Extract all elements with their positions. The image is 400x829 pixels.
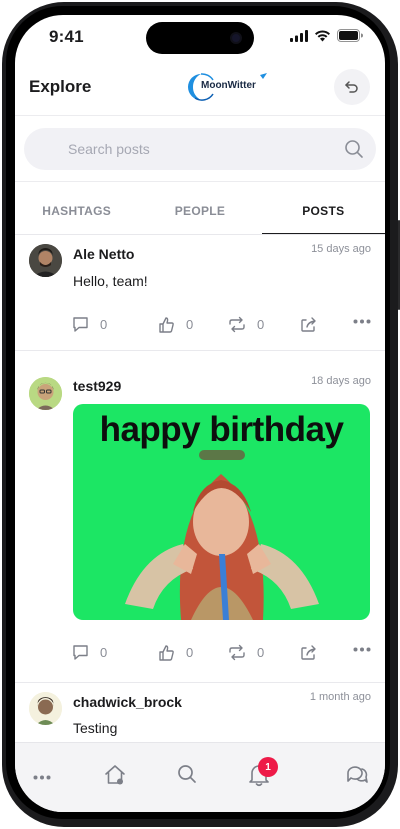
messages-icon[interactable] <box>345 763 369 785</box>
post-time: 15 days ago <box>311 243 371 255</box>
header-divider <box>15 115 385 116</box>
comment-count: 0 <box>100 317 108 332</box>
signal-icon <box>290 29 308 42</box>
post-item[interactable]: Ale Netto 15 days ago Hello, team! 0 0 0 <box>15 235 385 351</box>
search-divider <box>15 181 385 182</box>
app-logo: MoonWitter <box>187 71 269 103</box>
screen: 9:41 Explore MoonWitter Search posts HAS… <box>15 15 385 812</box>
avatar[interactable] <box>29 377 62 410</box>
repost-button[interactable]: 0 <box>227 315 264 334</box>
post-text: Testing <box>73 720 118 736</box>
avatar[interactable] <box>29 244 62 277</box>
home-icon[interactable] <box>103 763 127 787</box>
thumbs-up-icon <box>159 645 174 661</box>
post-author[interactable]: chadwick_brock <box>73 694 182 710</box>
share-button[interactable] <box>299 643 318 662</box>
undo-button[interactable] <box>334 69 370 105</box>
post-author[interactable]: Ale Netto <box>73 246 134 262</box>
search-input[interactable] <box>68 128 328 170</box>
post-actions: 0 0 0 <box>71 315 371 337</box>
tab-bar: HASHTAGS PEOPLE POSTS <box>15 195 385 235</box>
comment-button[interactable]: 0 <box>71 643 107 662</box>
battery-icon <box>337 29 363 42</box>
more-options-icon[interactable] <box>353 319 371 324</box>
app-header: Explore MoonWitter <box>15 67 385 115</box>
status-time: 9:41 <box>49 27 84 46</box>
repost-button[interactable]: 0 <box>227 643 264 662</box>
repost-count: 0 <box>257 645 265 660</box>
logo-text: MoonWitter <box>201 80 256 91</box>
thumbs-up-icon <box>159 317 174 333</box>
post-item[interactable]: chadwick_brock 1 month ago Testing <box>15 683 385 742</box>
like-count: 0 <box>186 317 194 332</box>
comment-count: 0 <box>100 645 108 660</box>
status-icons <box>290 29 363 42</box>
undo-icon <box>345 81 358 93</box>
like-button[interactable]: 0 <box>157 643 193 662</box>
tab-posts[interactable]: POSTS <box>261 195 385 235</box>
post-feed[interactable]: Ale Netto 15 days ago Hello, team! 0 0 0 <box>15 235 385 742</box>
repost-icon <box>229 316 245 333</box>
notification-badge: 1 <box>258 757 278 777</box>
post-item[interactable]: test929 18 days ago happy birthday 0 0 0 <box>15 367 385 683</box>
repost-icon <box>229 644 245 661</box>
tab-people[interactable]: PEOPLE <box>138 195 261 235</box>
more-options-icon[interactable] <box>353 647 371 652</box>
gif-person-image <box>125 450 319 620</box>
post-author[interactable]: test929 <box>73 378 121 394</box>
post-time: 1 month ago <box>309 691 371 703</box>
like-button[interactable]: 0 <box>157 315 193 334</box>
page-title: Explore <box>29 77 92 96</box>
repost-count: 0 <box>257 317 265 332</box>
search-icon[interactable] <box>344 139 364 159</box>
search-icon[interactable] <box>176 763 198 785</box>
post-actions: 0 0 0 <box>71 643 371 665</box>
avatar[interactable] <box>29 692 62 725</box>
post-gif[interactable]: happy birthday <box>73 404 370 620</box>
wifi-icon <box>315 29 330 41</box>
like-count: 0 <box>186 645 194 660</box>
comment-icon <box>73 645 88 660</box>
comment-icon <box>73 317 88 332</box>
post-time: 18 days ago <box>311 375 371 387</box>
comment-button[interactable]: 0 <box>71 315 107 334</box>
bottom-nav-bar: 1 <box>15 742 385 812</box>
search-bar[interactable] <box>24 128 376 170</box>
share-icon <box>301 645 316 660</box>
tab-hashtags[interactable]: HASHTAGS <box>15 195 138 235</box>
dynamic-island <box>146 22 254 54</box>
more-icon[interactable] <box>33 775 51 780</box>
share-icon <box>301 317 316 332</box>
share-button[interactable] <box>299 315 318 334</box>
post-text: Hello, team! <box>73 273 148 289</box>
